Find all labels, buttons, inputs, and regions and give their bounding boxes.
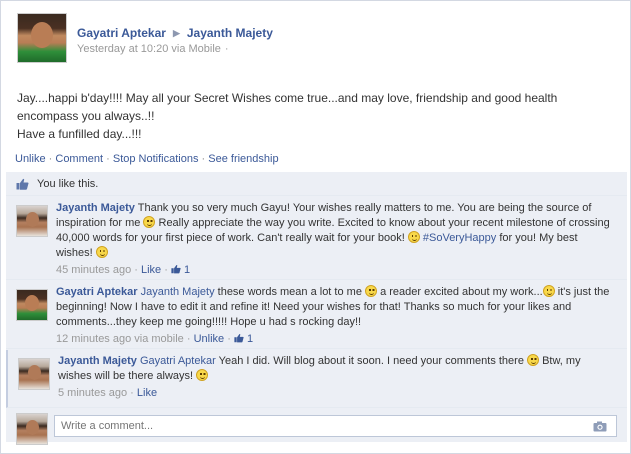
stop-notifications-link[interactable]: Stop Notifications [113, 153, 199, 165]
smiley-icon [365, 285, 377, 297]
comment-mention-link[interactable]: Jayanth Majety [141, 286, 215, 298]
thumbs-up-icon [234, 334, 244, 343]
post-message-line2: Have a funfilled day...!!! [17, 127, 142, 141]
post-message-line1: Jay....happi b'day!!!! May all your Secr… [17, 91, 561, 123]
action-separator: · [106, 153, 110, 165]
comment-meta: 12 minutes ago via mobile · Unlike · 1 [56, 333, 254, 345]
comment-item: Jayanth Majety Thank you so very much Ga… [6, 197, 627, 280]
like-count-value: 1 [184, 264, 191, 276]
camera-icon[interactable] [593, 421, 607, 432]
post-names: Gayatri Aptekar ▶ Jayanth Majety [77, 26, 273, 40]
post-meta: Yesterday at 10:20 via Mobile · [77, 43, 273, 55]
comment-author-link[interactable]: Gayatri Aptekar [56, 286, 138, 298]
see-friendship-link[interactable]: See friendship [208, 153, 278, 165]
hashtag-link[interactable]: #SoVeryHappy [423, 232, 496, 244]
comment-meta: 5 minutes ago · Like [58, 387, 158, 399]
likes-text: You like this. [37, 177, 99, 190]
smiley-icon [196, 369, 209, 381]
post-header: Gayatri Aptekar ▶ Jayanth Majety Yesterd… [17, 13, 273, 63]
comment-like-link[interactable]: Like [141, 264, 161, 276]
comment-meta: 45 minutes ago · Like · 1 [56, 264, 191, 276]
comment-like-link[interactable]: Like [137, 387, 157, 399]
post-author-link[interactable]: Gayatri Aptekar [77, 26, 166, 40]
comment-item: Jayanth Majety Gayatri Aptekar Yeah I di… [6, 350, 627, 408]
commenter-avatar[interactable] [16, 205, 48, 237]
author-avatar[interactable] [17, 13, 67, 63]
comment-unlike-link[interactable]: Unlike [194, 333, 225, 345]
smiley-icon [407, 231, 420, 243]
comment-link[interactable]: Comment [55, 153, 103, 165]
comment-input[interactable] [54, 415, 617, 437]
comment-content: Jayanth Majety Thank you so very much Ga… [56, 201, 611, 278]
comment-composer [6, 410, 627, 445]
thumbs-up-icon [16, 178, 29, 190]
comment-item: Gayatri Aptekar Jayanth Majety these wor… [6, 281, 627, 349]
post-message: Jay....happi b'day!!!! May all your Secr… [17, 89, 617, 143]
commenter-avatar[interactable] [18, 358, 50, 390]
comment-text: Yeah I did. Will blog about it soon. I n… [218, 355, 524, 367]
comment-like-count[interactable]: 1 [234, 333, 253, 345]
comment-like-count[interactable]: 1 [171, 264, 190, 276]
comment-timestamp[interactable]: 12 minutes ago via mobile [56, 333, 184, 345]
comment-text: these words mean a lot to me [217, 286, 362, 298]
smiley-icon [143, 216, 156, 228]
likes-row: You like this. [6, 172, 627, 196]
viewer-avatar [16, 413, 48, 445]
commenter-avatar[interactable] [16, 289, 48, 321]
post-header-text: Gayatri Aptekar ▶ Jayanth Majety Yesterd… [77, 26, 273, 63]
post-actions: Unlike · Comment · Stop Notifications · … [15, 153, 279, 165]
thumbs-up-icon [171, 265, 181, 274]
smiley-icon [542, 285, 555, 297]
action-separator: · [48, 153, 53, 165]
action-separator: · [201, 153, 206, 165]
comment-content: Gayatri Aptekar Jayanth Majety these wor… [56, 285, 611, 347]
post-timestamp[interactable]: Yesterday at 10:20 via Mobile [77, 43, 221, 55]
comment-content: Jayanth Majety Gayatri Aptekar Yeah I di… [58, 354, 613, 401]
comment-author-link[interactable]: Jayanth Majety [58, 355, 137, 367]
comment-author-link[interactable]: Jayanth Majety [56, 202, 135, 214]
smiley-icon [527, 354, 540, 366]
smiley-icon [95, 246, 108, 258]
comment-timestamp[interactable]: 5 minutes ago [58, 387, 127, 399]
comment-timestamp[interactable]: 45 minutes ago [56, 264, 131, 276]
unlike-link[interactable]: Unlike [15, 153, 46, 165]
comment-mention-link[interactable]: Gayatri Aptekar [140, 355, 216, 367]
arrow-right-icon: ▶ [172, 27, 180, 38]
comment-text: a reader excited about my work... [380, 286, 543, 298]
meta-dot: · [224, 43, 229, 55]
post-target-link[interactable]: Jayanth Majety [187, 26, 273, 40]
like-count-value: 1 [247, 333, 254, 345]
